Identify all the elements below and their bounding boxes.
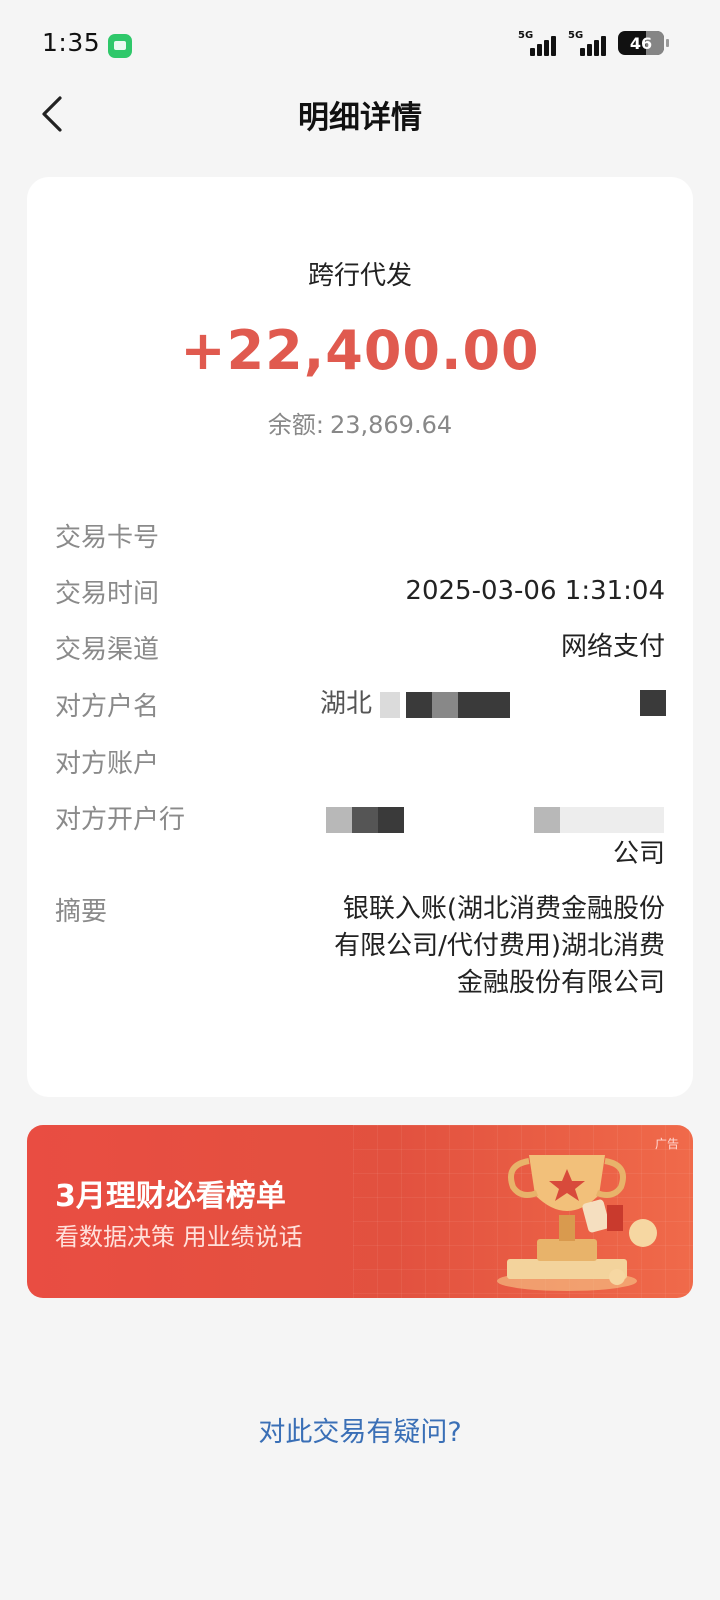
- memo-label: 摘要: [55, 897, 108, 927]
- redaction-mask: [640, 690, 666, 716]
- banner-subtitle: 看数据决策 用业绩说话: [55, 1223, 303, 1251]
- balance-value: 23,869.64: [329, 411, 453, 439]
- page-title: 明细详情: [298, 100, 422, 136]
- signal-icon: 5G: [568, 30, 608, 56]
- redaction-mask: [326, 807, 352, 833]
- transaction-question-link[interactable]: 对此交易有疑问?: [0, 1410, 720, 1449]
- redaction-mask: [560, 807, 664, 833]
- redaction-mask: [378, 807, 404, 833]
- network-type-label: 5G: [518, 30, 534, 41]
- payer-bank-tail: 公司: [612, 839, 665, 869]
- payer-bank-label: 对方开户行: [55, 805, 186, 835]
- memo-line: 有限公司/代付费用)湖北消费: [334, 931, 665, 961]
- network-type-label: 5G: [568, 30, 584, 41]
- redaction-mask: [406, 692, 432, 718]
- payer-name-label: 对方户名: [55, 692, 160, 722]
- transaction-type: 跨行代发: [307, 261, 412, 291]
- redaction-mask: [380, 692, 400, 718]
- battery-level: 46: [629, 33, 653, 53]
- status-time: 1:35: [42, 28, 101, 57]
- signal-icon: 5G: [518, 30, 558, 56]
- redaction-mask: [352, 807, 378, 833]
- memo-line: 银联入账(湖北消费金融股份: [342, 894, 665, 924]
- balance-label: 余额:: [267, 411, 324, 439]
- battery-icon: 46: [618, 31, 669, 55]
- top-bar: 明细详情: [0, 82, 720, 146]
- banner-title: 3月理财必看榜单: [55, 1179, 286, 1214]
- channel-label: 交易渠道: [55, 635, 160, 665]
- redaction-mask: [432, 692, 458, 718]
- payer-bank-value: 公司: [320, 799, 665, 879]
- redaction-mask: [534, 807, 560, 833]
- transaction-time-value: 2025-03-06 1:31:04: [405, 576, 665, 606]
- wealth-ad-banner[interactable]: 广告 3月理财必看榜单 看数据决策 用业绩说话: [27, 1125, 693, 1298]
- message-app-icon: [108, 34, 132, 58]
- payer-name-value: 湖北: [320, 686, 666, 723]
- balance-line: 余额: 23,869.64: [27, 405, 693, 440]
- status-icons: 5G 5G 46: [518, 30, 669, 56]
- transaction-detail-card: 跨行代发 +22,400.00 余额: 23,869.64 交易卡号 交易时间 2…: [27, 177, 693, 1097]
- status-bar: 1:35 5G 5G 46: [0, 0, 720, 92]
- payer-name-partial: 湖北: [320, 689, 373, 719]
- payer-account-label: 对方账户: [55, 749, 160, 779]
- channel-value: 网络支付: [560, 632, 665, 662]
- trophy-icon: [497, 1155, 657, 1291]
- memo-line: 金融股份有限公司: [456, 968, 665, 998]
- transaction-amount: +22,400.00: [180, 319, 540, 382]
- redaction-mask: [458, 692, 510, 718]
- memo-value: 银联入账(湖北消费金融股份 有限公司/代付费用)湖北消费 金融股份有限公司: [334, 891, 665, 1002]
- transaction-time-label: 交易时间: [55, 579, 160, 609]
- card-number-label: 交易卡号: [55, 523, 160, 553]
